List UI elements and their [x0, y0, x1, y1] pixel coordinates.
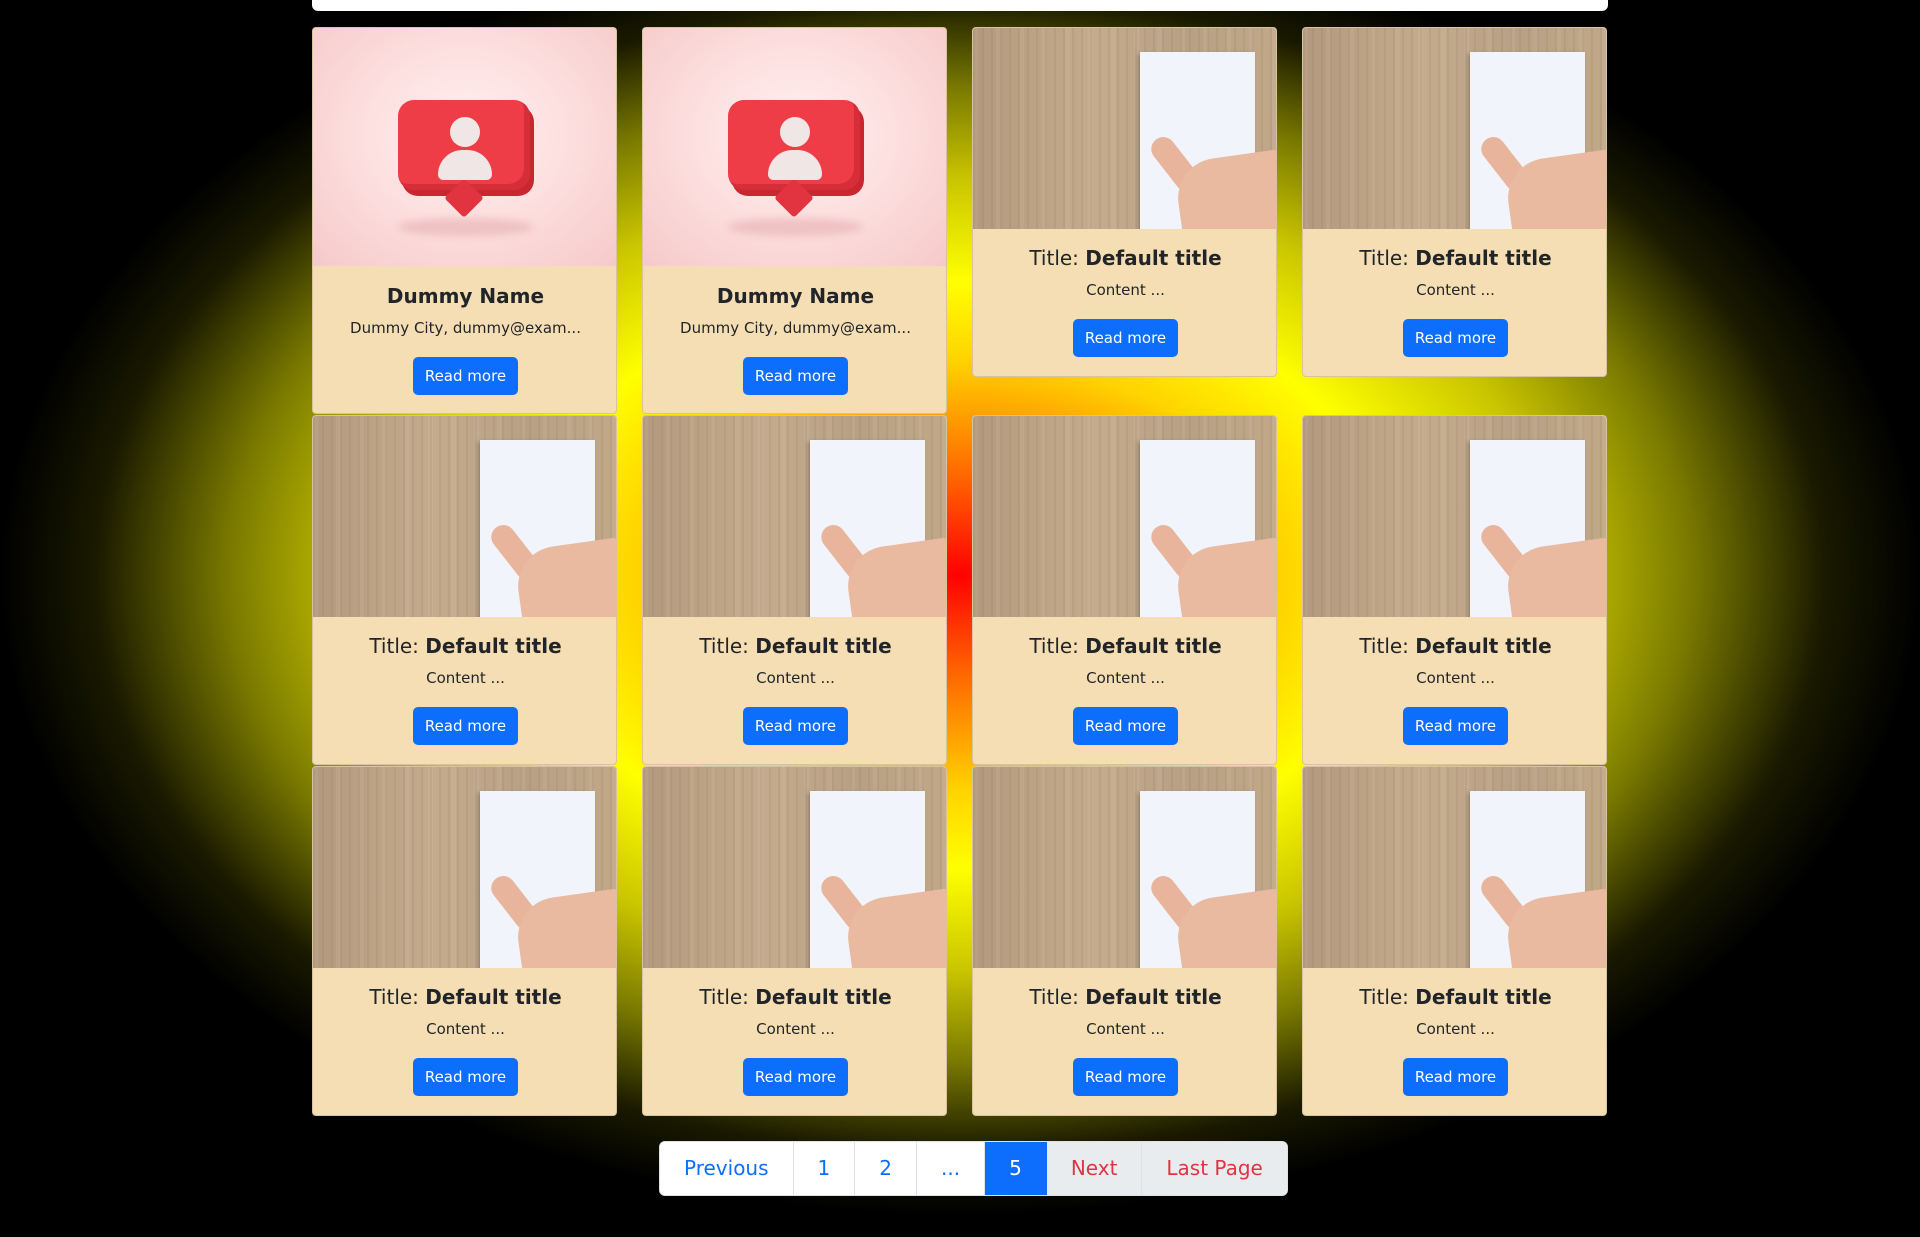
post-content: Content ... [426, 669, 505, 687]
post-title: Title: Default title [1029, 985, 1222, 1009]
post-title: Title: Default title [1359, 634, 1552, 658]
page-link-2[interactable]: 2 [855, 1142, 917, 1195]
post-title: Title: Default title [1359, 985, 1552, 1009]
profile-image [643, 28, 946, 266]
read-more-button[interactable]: Read more [412, 357, 519, 395]
previous-page-link[interactable]: Previous [660, 1142, 794, 1195]
post-card: Title: Default title Content ... Read mo… [1302, 415, 1607, 765]
post-content: Content ... [426, 1020, 505, 1038]
post-card: Title: Default title Content ... Read mo… [1302, 766, 1607, 1116]
read-more-button[interactable]: Read more [412, 707, 519, 745]
profile-info: Dummy City, dummy@exam... [680, 319, 911, 337]
profile-card: Dummy Name Dummy City, dummy@exam... Rea… [642, 27, 947, 414]
next-page-link[interactable]: Next [1046, 1142, 1143, 1195]
read-more-button[interactable]: Read more [1402, 1058, 1509, 1096]
page-link-5[interactable]: 5 [985, 1142, 1047, 1195]
cards-grid: Dummy Name Dummy City, dummy@exam... Rea… [0, 0, 1920, 1237]
post-card: Title: Default title Content ... Read mo… [642, 766, 947, 1116]
post-card: Title: Default title Content ... Read mo… [642, 415, 947, 765]
profile-image [313, 28, 616, 266]
page-ellipsis[interactable]: ... [917, 1142, 986, 1195]
read-more-button[interactable]: Read more [1072, 319, 1179, 357]
post-content: Content ... [1086, 1020, 1165, 1038]
post-image [313, 416, 616, 617]
post-card: Title: Default title Content ... Read mo… [1302, 27, 1607, 377]
post-content: Content ... [1416, 669, 1495, 687]
pagination: Previous 1 2 ... 5 Next Last Page [659, 1141, 1288, 1196]
post-title: Title: Default title [699, 985, 892, 1009]
post-image [973, 28, 1276, 229]
post-card: Title: Default title Content ... Read mo… [312, 415, 617, 765]
post-title: Title: Default title [369, 985, 562, 1009]
post-card: Title: Default title Content ... Read mo… [972, 766, 1277, 1116]
read-more-button[interactable]: Read more [412, 1058, 519, 1096]
post-image [1303, 28, 1606, 229]
read-more-button[interactable]: Read more [742, 357, 849, 395]
post-card: Title: Default title Content ... Read mo… [972, 27, 1277, 377]
read-more-button[interactable]: Read more [1072, 707, 1179, 745]
post-content: Content ... [1086, 669, 1165, 687]
post-image [643, 416, 946, 617]
read-more-button[interactable]: Read more [1402, 707, 1509, 745]
read-more-button[interactable]: Read more [1072, 1058, 1179, 1096]
post-image [973, 416, 1276, 617]
post-card: Title: Default title Content ... Read mo… [972, 415, 1277, 765]
post-card: Title: Default title Content ... Read mo… [312, 766, 617, 1116]
page-link-1[interactable]: 1 [793, 1142, 856, 1195]
profile-card: Dummy Name Dummy City, dummy@exam... Rea… [312, 27, 617, 414]
profile-name: Dummy Name [386, 284, 545, 308]
post-content: Content ... [1086, 281, 1165, 299]
profile-name: Dummy Name [716, 284, 875, 308]
post-title: Title: Default title [369, 634, 562, 658]
post-title: Title: Default title [699, 634, 892, 658]
read-more-button[interactable]: Read more [742, 707, 849, 745]
post-title: Title: Default title [1029, 634, 1222, 658]
post-image [1303, 767, 1606, 968]
post-image [643, 767, 946, 968]
read-more-button[interactable]: Read more [1402, 319, 1509, 357]
last-page-link[interactable]: Last Page [1142, 1142, 1287, 1195]
post-title: Title: Default title [1029, 246, 1222, 270]
post-image [313, 767, 616, 968]
post-content: Content ... [756, 669, 835, 687]
post-title: Title: Default title [1359, 246, 1552, 270]
post-image [1303, 416, 1606, 617]
profile-info: Dummy City, dummy@exam... [350, 319, 581, 337]
post-content: Content ... [756, 1020, 835, 1038]
read-more-button[interactable]: Read more [742, 1058, 849, 1096]
post-content: Content ... [1416, 281, 1495, 299]
post-image [973, 767, 1276, 968]
post-content: Content ... [1416, 1020, 1495, 1038]
